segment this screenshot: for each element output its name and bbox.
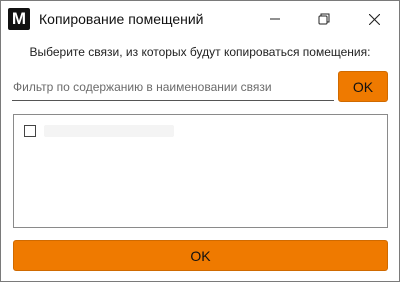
minimize-icon	[270, 18, 280, 20]
close-button[interactable]	[351, 1, 397, 37]
instruction-text: Выберите связи, из которых будут копиров…	[29, 45, 371, 59]
window-title: Копирование помещений	[39, 11, 204, 27]
app-logo-icon: M	[8, 8, 30, 30]
filter-ok-button[interactable]: OK	[338, 71, 388, 102]
title-bar[interactable]: M Копирование помещений	[1, 1, 399, 37]
minimize-button[interactable]	[252, 1, 298, 37]
link-checkbox[interactable]	[24, 125, 36, 137]
maximize-button[interactable]	[301, 1, 347, 37]
link-label	[44, 125, 174, 137]
links-list[interactable]	[13, 114, 388, 228]
close-icon	[368, 13, 380, 25]
filter-input[interactable]	[12, 73, 334, 101]
confirm-ok-button[interactable]: OK	[13, 240, 388, 271]
restore-icon	[318, 13, 330, 25]
dialog-window: M Копирование помещений Выберите связи, …	[0, 0, 400, 282]
list-item[interactable]	[24, 125, 174, 137]
